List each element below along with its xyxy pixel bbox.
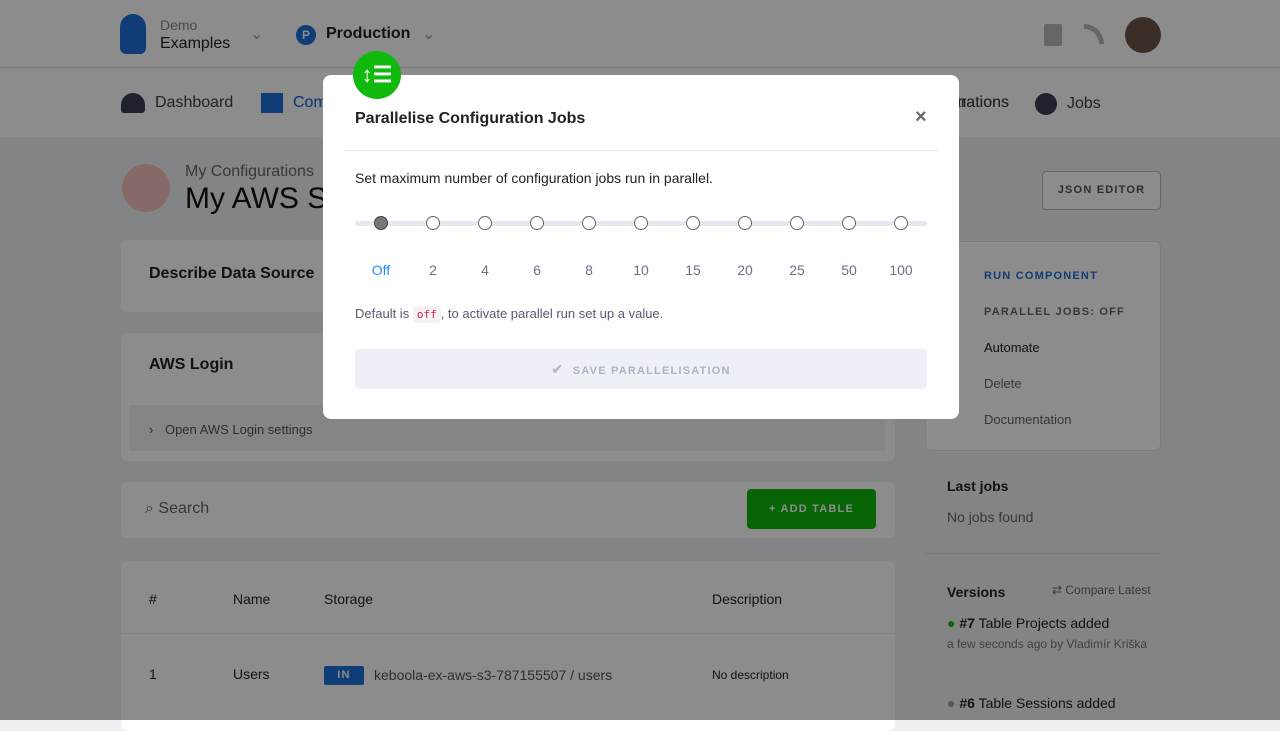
slider-label[interactable]: 6: [517, 262, 557, 278]
slider-label[interactable]: 8: [569, 262, 609, 278]
slider-stop-8[interactable]: [582, 216, 596, 230]
close-icon[interactable]: ×: [915, 106, 927, 129]
slider-label[interactable]: 4: [465, 262, 505, 278]
slider-label[interactable]: 15: [673, 262, 713, 278]
slider-stop-50[interactable]: [842, 216, 856, 230]
slider-label[interactable]: 100: [881, 262, 921, 278]
slider-label[interactable]: 25: [777, 262, 817, 278]
save-parallelisation-button[interactable]: ✔ SAVE PARALLELISATION: [355, 349, 927, 389]
slider-stop-6[interactable]: [530, 216, 544, 230]
slider-stop-4[interactable]: [478, 216, 492, 230]
parallelise-modal: Parallelise Configuration Jobs × Set max…: [323, 75, 959, 419]
slider-stop-25[interactable]: [790, 216, 804, 230]
slider-label[interactable]: 2: [413, 262, 453, 278]
slider-stop-20[interactable]: [738, 216, 752, 230]
slider-label[interactable]: Off: [361, 262, 401, 278]
slider-stop-100[interactable]: [894, 216, 908, 230]
modal-title: Parallelise Configuration Jobs: [355, 110, 586, 127]
slider-stop-2[interactable]: [426, 216, 440, 230]
slider-stop-15[interactable]: [686, 216, 700, 230]
slider-label[interactable]: 10: [621, 262, 661, 278]
slider-label[interactable]: 50: [829, 262, 869, 278]
slider-stop-10[interactable]: [634, 216, 648, 230]
slider-label[interactable]: 20: [725, 262, 765, 278]
divider: [344, 150, 938, 151]
parallel-icon: ↕☰: [353, 51, 401, 99]
check-circle-icon: ✔: [551, 361, 565, 377]
slider-stop-off[interactable]: [374, 216, 388, 230]
